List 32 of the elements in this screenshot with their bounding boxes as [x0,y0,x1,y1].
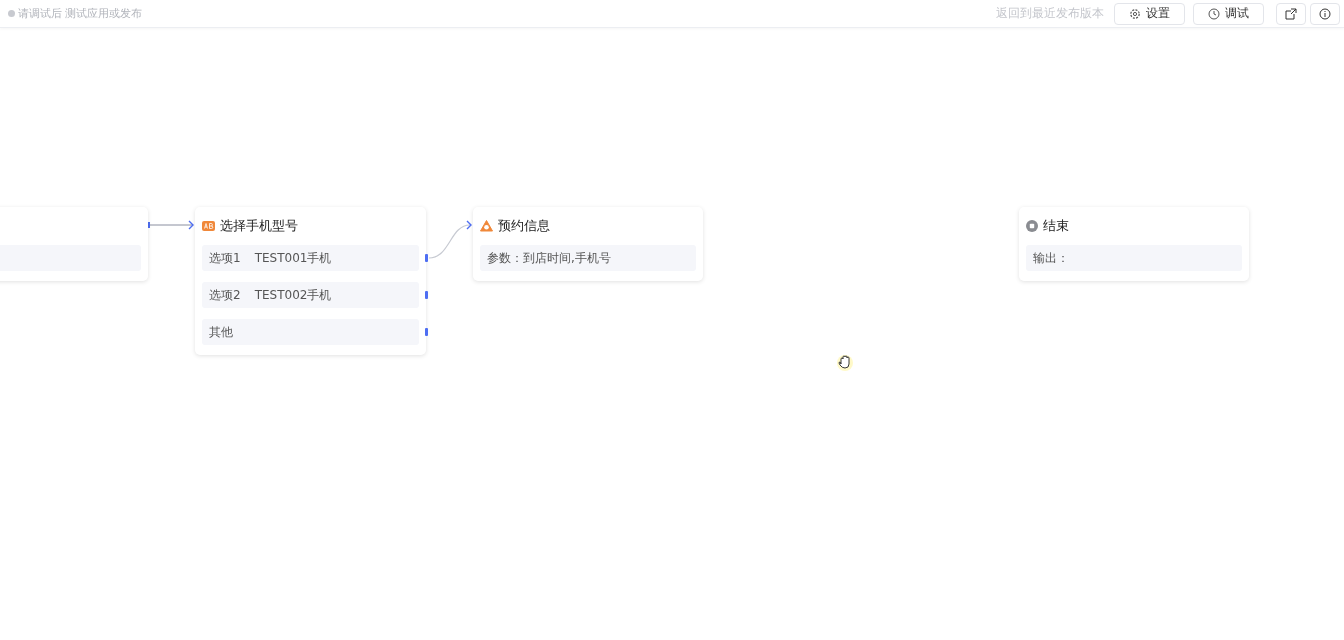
toolbar-button[interactable]: 调试 [1193,2,1264,25]
option-label: 选项1 [209,249,241,267]
info-button[interactable] [1310,2,1340,25]
flow-node[interactable]: 选择手机型号 选项1 TEST001手机 选项2 TEST002手机 其他 [195,207,426,355]
node-title: 结束 [1043,217,1069,235]
option-label: 选项2 [209,286,241,304]
option-value: TEST002手机 [254,286,332,304]
info-icon [1319,7,1331,20]
stop-icon [1026,220,1038,232]
output-port[interactable] [425,328,428,336]
notice-text: 请调试后 测试应用或发布 [18,6,143,21]
param-text: 输出： [1033,249,1069,267]
connector-arrow [428,220,472,259]
gear-icon [1129,7,1141,20]
export-button[interactable] [1276,2,1306,25]
status-dot [8,10,15,17]
flow-node[interactable]: 结束 输出： [1019,207,1249,281]
flow-node[interactable] [0,207,148,281]
option-label: 其他 [209,323,233,341]
flow-node[interactable]: 预约信息 参数：到店时间,手机号 [473,207,703,281]
hand-cursor-icon [836,353,854,371]
option-value: TEST001手机 [254,249,332,267]
node-title: 预约信息 [498,217,550,235]
param-text: 参数：到店时间,手机号 [487,249,611,267]
clock-icon [1208,7,1220,20]
output-port[interactable] [425,291,428,299]
ab-icon [202,221,215,231]
output-port[interactable] [425,254,428,262]
node-title: 选择手机型号 [220,217,298,235]
external-link-icon [1285,7,1297,20]
connector-arrow [148,220,194,230]
toolbar-button[interactable]: 设置 [1114,2,1185,25]
